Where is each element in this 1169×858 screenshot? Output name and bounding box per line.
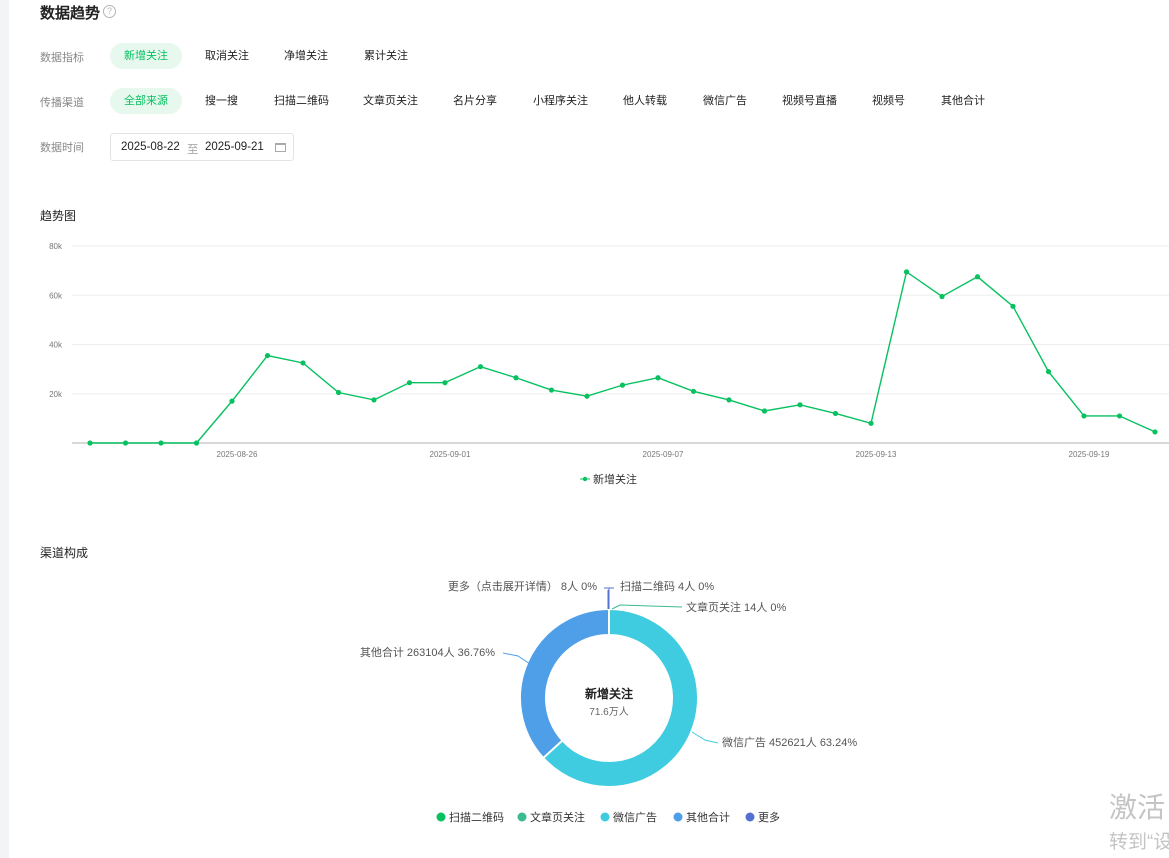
legend-item-label[interactable]: 扫描二维码 — [449, 810, 504, 824]
slice-label: 更多（点击展开详情） 8人 0% — [448, 579, 597, 593]
label-leader-line — [691, 731, 719, 744]
donut-slice — [519, 607, 610, 760]
legend-marker-icon[interactable] — [673, 812, 683, 822]
legend-marker-icon[interactable] — [600, 812, 610, 822]
slice-label: 其他合计 263104人 36.76% — [360, 645, 495, 659]
legend-item-label[interactable]: 更多 — [758, 810, 780, 824]
label-leader-line — [502, 652, 531, 665]
legend-marker-icon[interactable] — [745, 812, 755, 822]
slice-label: 文章页关注 14人 0% — [686, 600, 786, 614]
slice-label: 扫描二维码 4人 0% — [620, 579, 714, 593]
label-leader-line — [611, 604, 683, 610]
channel-donut-chart: 扫描二维码 4人 0% 文章页关注 14人 0% 微信广告 452621人 63.2… — [360, 579, 857, 824]
slice-label: 微信广告 452621人 63.24% — [722, 735, 857, 749]
legend-item-label[interactable]: 其他合计 — [686, 810, 730, 824]
label-leader-line — [604, 587, 614, 609]
donut-center-title: 新增关注 — [585, 686, 633, 701]
activation-watermark-sub: 转到“设 — [1109, 832, 1169, 853]
legend-marker-icon[interactable] — [436, 812, 446, 822]
legend-item-label[interactable]: 微信广告 — [613, 810, 657, 824]
legend-marker-icon[interactable] — [517, 812, 527, 822]
activation-watermark: 激活 — [1109, 792, 1166, 823]
legend-item-label[interactable]: 文章页关注 — [530, 810, 585, 824]
donut-center-value: 71.6万人 — [589, 706, 628, 718]
